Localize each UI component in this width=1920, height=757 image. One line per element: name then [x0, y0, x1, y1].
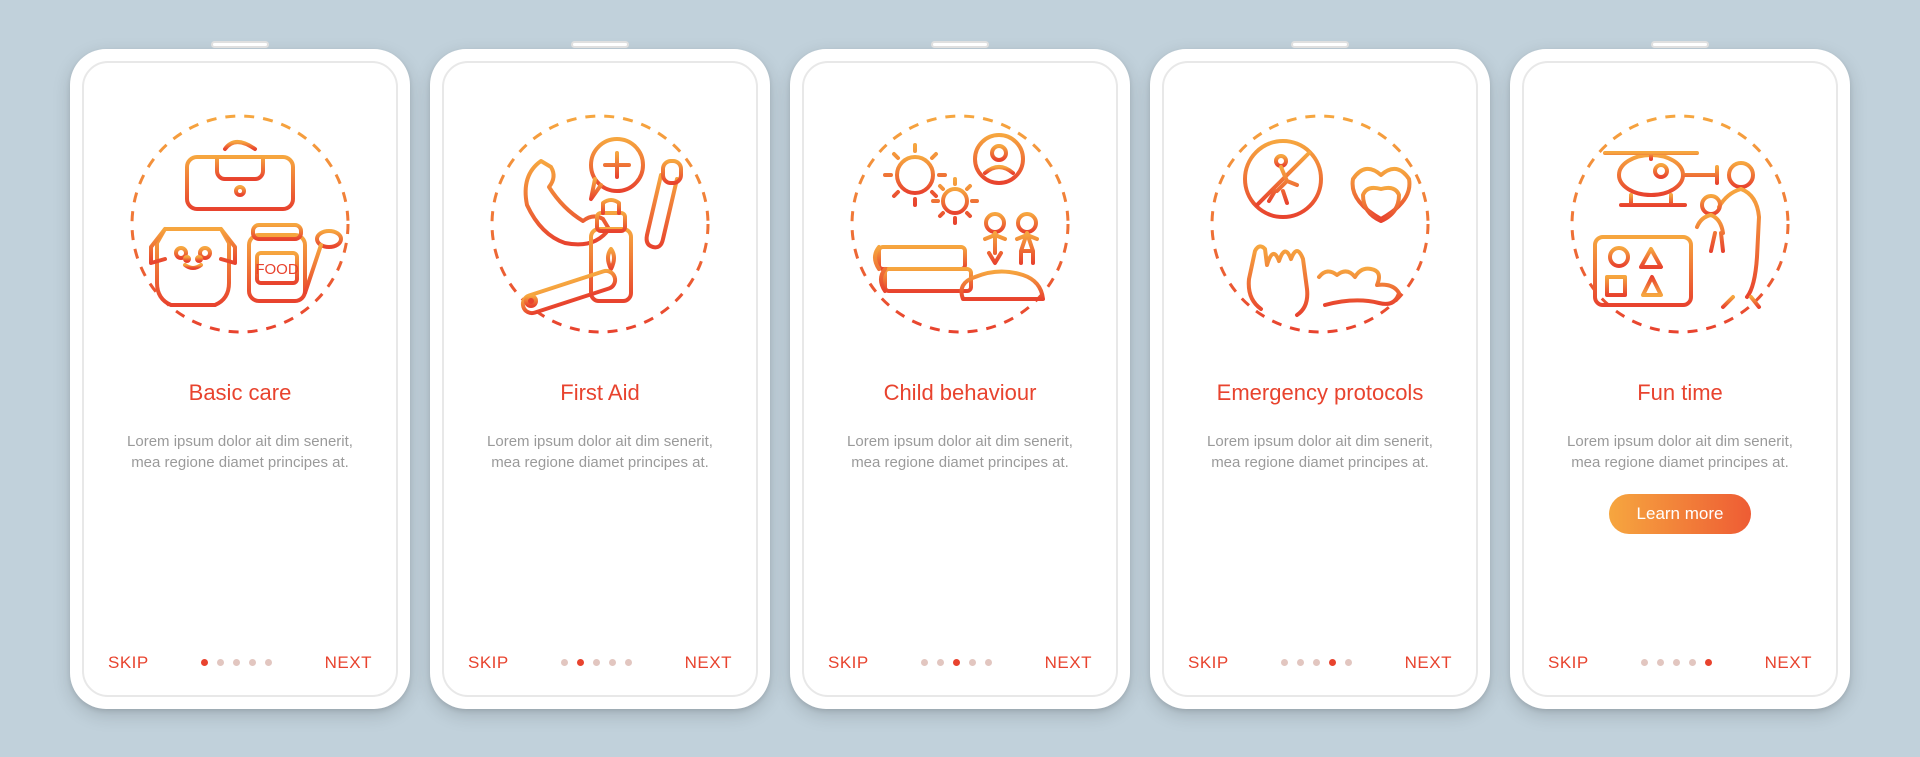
dot-3[interactable]	[1673, 659, 1680, 666]
phone-inner: Emergency protocols Lorem ipsum dolor ai…	[1162, 61, 1478, 697]
nav-row: SKIP NEXT	[108, 653, 372, 673]
dot-2[interactable]	[577, 659, 584, 666]
phone-speaker	[211, 41, 269, 48]
page-dots	[561, 659, 632, 666]
screen-desc: Lorem ipsum dolor ait dim senerit, mea r…	[108, 431, 372, 475]
phone-inner: FOOD Basic care Lorem ipsum dolor ait di…	[82, 61, 398, 697]
dot-2[interactable]	[217, 659, 224, 666]
first-aid-icon	[485, 109, 715, 339]
skip-button[interactable]: SKIP	[1188, 653, 1229, 673]
next-button[interactable]: NEXT	[325, 653, 372, 673]
nav-row: SKIP NEXT	[828, 653, 1092, 673]
page-dots	[201, 659, 272, 666]
learn-more-button[interactable]: Learn more	[1609, 494, 1752, 534]
dot-4[interactable]	[969, 659, 976, 666]
phone-speaker	[571, 41, 629, 48]
dot-1[interactable]	[1641, 659, 1648, 666]
onboarding-screen-basic-care: FOOD Basic care Lorem ipsum dolor ait di…	[70, 49, 410, 709]
dot-4[interactable]	[249, 659, 256, 666]
dot-5[interactable]	[625, 659, 632, 666]
screen-desc: Lorem ipsum dolor ait dim senerit, mea r…	[1548, 431, 1812, 475]
dot-4[interactable]	[1329, 659, 1336, 666]
dot-2[interactable]	[1657, 659, 1664, 666]
onboarding-screen-child-behaviour: Child behaviour Lorem ipsum dolor ait di…	[790, 49, 1130, 709]
dot-5[interactable]	[265, 659, 272, 666]
next-button[interactable]: NEXT	[1045, 653, 1092, 673]
next-button[interactable]: NEXT	[1765, 653, 1812, 673]
phone-speaker	[1291, 41, 1349, 48]
skip-button[interactable]: SKIP	[828, 653, 869, 673]
dot-4[interactable]	[609, 659, 616, 666]
emergency-protocols-icon	[1205, 109, 1435, 339]
nav-row: SKIP NEXT	[1188, 653, 1452, 673]
phone-inner: Fun time Lorem ipsum dolor ait dim sener…	[1522, 61, 1838, 697]
dot-2[interactable]	[937, 659, 944, 666]
screen-title: First Aid	[560, 365, 639, 421]
svg-text:FOOD: FOOD	[255, 261, 298, 278]
basic-care-icon: FOOD	[125, 109, 355, 339]
child-behaviour-icon	[845, 109, 1075, 339]
dot-3[interactable]	[953, 659, 960, 666]
next-button[interactable]: NEXT	[1405, 653, 1452, 673]
screen-title: Fun time	[1637, 365, 1723, 421]
phone-inner: First Aid Lorem ipsum dolor ait dim sene…	[442, 61, 758, 697]
phone-speaker	[931, 41, 989, 48]
dot-3[interactable]	[233, 659, 240, 666]
dot-5[interactable]	[1345, 659, 1352, 666]
dot-5[interactable]	[1705, 659, 1712, 666]
nav-row: SKIP NEXT	[1548, 653, 1812, 673]
page-dots	[921, 659, 992, 666]
screen-title: Basic care	[189, 365, 292, 421]
dot-1[interactable]	[1281, 659, 1288, 666]
screen-desc: Lorem ipsum dolor ait dim senerit, mea r…	[468, 431, 732, 475]
screen-title: Emergency protocols	[1217, 365, 1424, 421]
page-dots	[1281, 659, 1352, 666]
onboarding-screen-fun-time: Fun time Lorem ipsum dolor ait dim sener…	[1510, 49, 1850, 709]
fun-time-icon	[1565, 109, 1795, 339]
dot-1[interactable]	[921, 659, 928, 666]
phone-speaker	[1651, 41, 1709, 48]
page-dots	[1641, 659, 1712, 666]
onboarding-screen-emergency-protocols: Emergency protocols Lorem ipsum dolor ai…	[1150, 49, 1490, 709]
dot-1[interactable]	[201, 659, 208, 666]
dot-2[interactable]	[1297, 659, 1304, 666]
skip-button[interactable]: SKIP	[1548, 653, 1589, 673]
skip-button[interactable]: SKIP	[108, 653, 149, 673]
screen-desc: Lorem ipsum dolor ait dim senerit, mea r…	[828, 431, 1092, 475]
screen-title: Child behaviour	[884, 365, 1037, 421]
phone-inner: Child behaviour Lorem ipsum dolor ait di…	[802, 61, 1118, 697]
dot-3[interactable]	[593, 659, 600, 666]
dot-1[interactable]	[561, 659, 568, 666]
screen-desc: Lorem ipsum dolor ait dim senerit, mea r…	[1188, 431, 1452, 475]
dot-3[interactable]	[1313, 659, 1320, 666]
nav-row: SKIP NEXT	[468, 653, 732, 673]
onboarding-screen-first-aid: First Aid Lorem ipsum dolor ait dim sene…	[430, 49, 770, 709]
dot-4[interactable]	[1689, 659, 1696, 666]
next-button[interactable]: NEXT	[685, 653, 732, 673]
dot-5[interactable]	[985, 659, 992, 666]
skip-button[interactable]: SKIP	[468, 653, 509, 673]
